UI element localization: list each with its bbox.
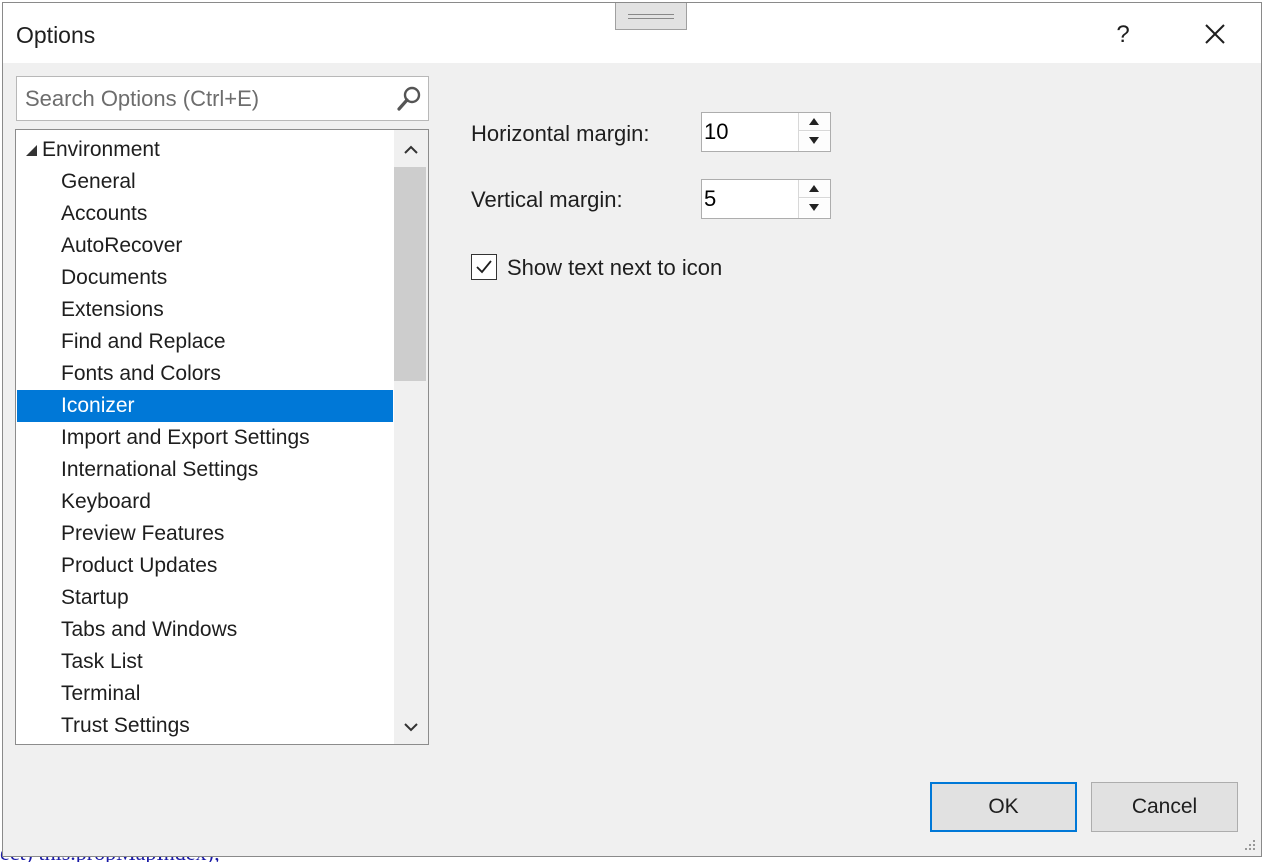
tree-item-extensions[interactable]: Extensions bbox=[17, 294, 393, 326]
tree-scrollbar[interactable] bbox=[394, 130, 428, 744]
scroll-down-button[interactable] bbox=[394, 710, 428, 744]
tree-item-international-settings[interactable]: International Settings bbox=[17, 454, 393, 486]
tree-item-label: Fonts and Colors bbox=[61, 362, 221, 385]
vertical-margin-increment-button[interactable] bbox=[799, 180, 830, 198]
close-icon bbox=[1205, 24, 1225, 44]
ok-button[interactable]: OK bbox=[930, 782, 1077, 832]
tree-item-fonts-and-colors[interactable]: Fonts and Colors bbox=[17, 358, 393, 390]
options-tree[interactable]: Environment General Accounts AutoRecover Do… bbox=[15, 129, 429, 745]
tree-item-accounts[interactable]: Accounts bbox=[17, 198, 393, 230]
tree-item-tabs-and-windows[interactable]: Tabs and Windows bbox=[17, 614, 393, 646]
tree-item-documents[interactable]: Documents bbox=[17, 262, 393, 294]
tree-item-label: Find and Replace bbox=[61, 330, 226, 353]
tree-item-task-list[interactable]: Task List bbox=[17, 646, 393, 678]
chevron-down-icon bbox=[404, 723, 418, 732]
tree-item-terminal[interactable]: Terminal bbox=[17, 678, 393, 710]
tree-item-label: Accounts bbox=[61, 202, 148, 225]
show-text-label[interactable]: Show text next to icon bbox=[507, 255, 722, 281]
close-button[interactable] bbox=[1193, 15, 1237, 55]
tree-item-general[interactable]: General bbox=[17, 166, 393, 198]
checkmark-icon bbox=[476, 260, 492, 274]
help-button[interactable]: ? bbox=[1103, 17, 1143, 53]
options-dialog: Options ? Environment General Accounts Aut… bbox=[2, 2, 1262, 857]
dialog-title: Options bbox=[16, 22, 96, 48]
tree-item-label: Environment bbox=[42, 138, 160, 161]
tree-item-environment[interactable]: Environment bbox=[17, 134, 393, 166]
tree-item-label: Import and Export Settings bbox=[61, 426, 310, 449]
show-text-checkbox[interactable] bbox=[471, 254, 497, 280]
drag-grip-handle[interactable] bbox=[615, 3, 687, 30]
vertical-margin-spin-buttons bbox=[798, 180, 830, 218]
tree-item-keyboard[interactable]: Keyboard bbox=[17, 486, 393, 518]
vertical-margin-input[interactable] bbox=[704, 185, 794, 213]
search-input[interactable] bbox=[25, 85, 385, 113]
arrow-down-icon bbox=[809, 137, 819, 144]
tree-item-find-and-replace[interactable]: Find and Replace bbox=[17, 326, 393, 358]
tree-item-label: Startup bbox=[61, 586, 129, 609]
tree-item-autorecover[interactable]: AutoRecover bbox=[17, 230, 393, 262]
title-bar: Options ? bbox=[3, 3, 1261, 63]
horizontal-margin-stepper[interactable] bbox=[701, 112, 831, 152]
arrow-down-icon bbox=[809, 204, 819, 211]
chevron-up-icon bbox=[404, 145, 418, 154]
vertical-margin-label: Vertical margin: bbox=[471, 187, 623, 212]
tree-item-label: Documents bbox=[61, 266, 168, 289]
expanded-triangle-icon[interactable] bbox=[26, 145, 37, 156]
cancel-button[interactable]: Cancel bbox=[1091, 782, 1238, 832]
horizontal-margin-decrement-button[interactable] bbox=[799, 132, 830, 150]
tree-item-label: Extensions bbox=[61, 298, 164, 321]
tree-item-product-updates[interactable]: Product Updates bbox=[17, 550, 393, 582]
tree-item-trust-settings[interactable]: Trust Settings bbox=[17, 710, 393, 742]
arrow-up-icon bbox=[809, 118, 819, 125]
horizontal-margin-label: Horizontal margin: bbox=[471, 121, 650, 146]
horizontal-margin-increment-button[interactable] bbox=[799, 113, 830, 131]
tree-item-label: AutoRecover bbox=[61, 234, 183, 257]
tree-item-startup[interactable]: Startup bbox=[17, 582, 393, 614]
tree-item-label: International Settings bbox=[61, 458, 259, 481]
vertical-margin-stepper[interactable] bbox=[701, 179, 831, 219]
tree-item-label: Iconizer bbox=[61, 394, 135, 417]
resize-grip-icon[interactable] bbox=[1241, 836, 1257, 852]
horizontal-margin-spin-buttons bbox=[798, 113, 830, 151]
tree-item-label: Terminal bbox=[61, 682, 141, 705]
tree-item-label: Keyboard bbox=[61, 490, 151, 513]
tree-item-preview-features[interactable]: Preview Features bbox=[17, 518, 393, 550]
scroll-thumb[interactable] bbox=[394, 167, 426, 381]
horizontal-margin-input[interactable] bbox=[704, 118, 794, 146]
tree-item-label: General bbox=[61, 170, 136, 193]
vertical-margin-decrement-button[interactable] bbox=[799, 199, 830, 217]
tree-item-label: Trust Settings bbox=[61, 714, 190, 737]
search-box[interactable] bbox=[16, 76, 429, 121]
tree-item-iconizer[interactable]: Iconizer bbox=[17, 390, 393, 422]
tree-item-label: Preview Features bbox=[61, 522, 225, 545]
tree-item-import-and-export-settings[interactable]: Import and Export Settings bbox=[17, 422, 393, 454]
tree-item-label: Task List bbox=[61, 650, 143, 673]
scroll-up-button[interactable] bbox=[394, 133, 428, 167]
tree-item-label: Product Updates bbox=[61, 554, 218, 577]
tree-item-label: Tabs and Windows bbox=[61, 618, 238, 641]
arrow-up-icon bbox=[809, 185, 819, 192]
search-icon[interactable] bbox=[395, 85, 423, 113]
